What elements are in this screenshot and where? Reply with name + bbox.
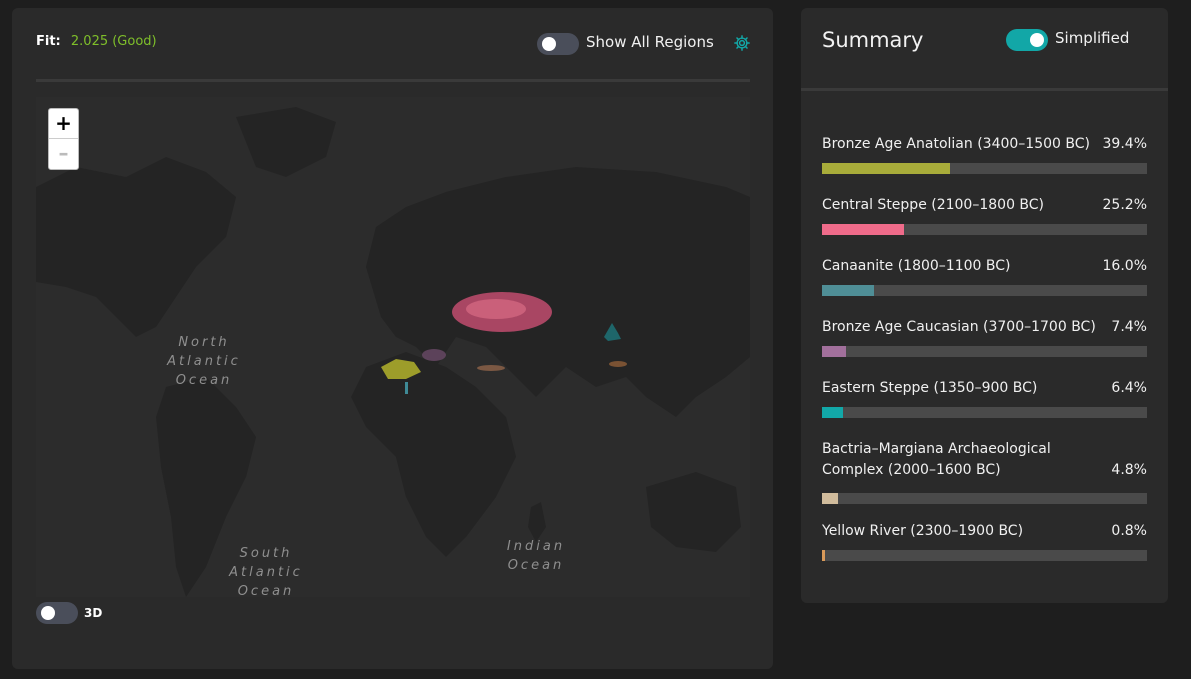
- ocean-label-line: Indian: [506, 539, 566, 554]
- ocean-label-line: Atlantic: [167, 354, 241, 369]
- summary-item-bar: [822, 163, 1147, 174]
- region-central-steppe-core: [466, 299, 526, 319]
- summary-divider: [801, 88, 1168, 91]
- fit-score: Fit: 2.025 (Good): [36, 34, 157, 49]
- summary-item-bar-fill: [822, 407, 843, 418]
- summary-item-percent: 39.4%: [1102, 136, 1147, 152]
- summary-item-bar: [822, 550, 1147, 561]
- zoom-in-button[interactable]: +: [49, 109, 78, 139]
- summary-item-percent: 25.2%: [1102, 197, 1147, 213]
- gear-icon[interactable]: [733, 34, 751, 52]
- three-d-label: 3D: [84, 606, 103, 620]
- summary-item-percent: 0.8%: [1111, 523, 1147, 539]
- summary-item-percent: 6.4%: [1111, 380, 1147, 396]
- region-yellow-river[interactable]: [609, 361, 627, 367]
- summary-item-name: Bronze Age Anatolian (3400–1500 BC): [822, 136, 1090, 152]
- summary-item-bar: [822, 493, 1147, 504]
- summary-item-name: Central Steppe (2100–1800 BC): [822, 197, 1045, 213]
- summary-item-bar-fill: [822, 346, 846, 357]
- zoom-out-button[interactable]: –: [49, 139, 78, 168]
- summary-item-name: Eastern Steppe (1350–900 BC): [822, 380, 1038, 396]
- fit-value: 2.025 (Good): [70, 34, 157, 49]
- ocean-label-line: North: [178, 335, 230, 350]
- show-all-regions-label: Show All Regions: [586, 33, 714, 51]
- three-d-toggle[interactable]: [36, 602, 78, 624]
- header-divider: [36, 79, 750, 82]
- summary-item-percent: 7.4%: [1111, 319, 1147, 335]
- label-south-atlantic: South Atlantic Ocean: [206, 544, 326, 597]
- show-all-regions-toggle[interactable]: [537, 33, 579, 55]
- summary-item-bar-fill: [822, 163, 950, 174]
- summary-item-name: Bactria–Margiana Archaeological Complex …: [822, 441, 1051, 478]
- world-map[interactable]: + – North Atlantic Ocean South Atlantic …: [36, 97, 750, 597]
- region-bronze-age-caucasian[interactable]: [422, 349, 446, 361]
- summary-item-percent: 4.8%: [1111, 462, 1147, 478]
- summary-title: Summary: [822, 28, 924, 52]
- summary-panel: Summary Simplified Bronze Age Anatolian …: [801, 8, 1168, 603]
- summary-item-name: Canaanite (1800–1100 BC): [822, 258, 1011, 274]
- ocean-label-line: Ocean: [507, 558, 565, 573]
- summary-item-bar-fill: [822, 550, 825, 561]
- ocean-label-line: Atlantic: [229, 565, 303, 580]
- ocean-label-line: South: [239, 546, 293, 561]
- summary-item-name: Yellow River (2300–1900 BC): [822, 523, 1024, 539]
- simplified-toggle[interactable]: [1006, 29, 1048, 51]
- summary-item-bar: [822, 285, 1147, 296]
- summary-item-bar: [822, 224, 1147, 235]
- simplified-label: Simplified: [1055, 29, 1130, 47]
- summary-item-name: Bronze Age Caucasian (3700–1700 BC): [822, 319, 1096, 335]
- summary-item-bar-fill: [822, 224, 904, 235]
- label-north-atlantic: North Atlantic Ocean: [144, 333, 264, 390]
- region-bactria-margiana[interactable]: [477, 365, 505, 371]
- map-panel: Fit: 2.025 (Good) Show All Regions + – N…: [12, 8, 773, 669]
- toggle-knob: [41, 606, 55, 620]
- summary-item-bar: [822, 407, 1147, 418]
- fit-label: Fit:: [36, 34, 61, 49]
- region-canaanite[interactable]: [405, 382, 408, 394]
- zoom-control: + –: [48, 108, 79, 170]
- ocean-label-line: Ocean: [175, 373, 233, 388]
- toggle-knob: [542, 37, 556, 51]
- summary-item-bar: [822, 346, 1147, 357]
- label-indian-ocean: Indian Ocean: [476, 537, 596, 575]
- summary-item-percent: 16.0%: [1102, 258, 1147, 274]
- summary-item-bar-fill: [822, 493, 838, 504]
- summary-item-bar-fill: [822, 285, 874, 296]
- toggle-knob: [1030, 33, 1044, 47]
- ocean-label-line: Ocean: [237, 584, 295, 597]
